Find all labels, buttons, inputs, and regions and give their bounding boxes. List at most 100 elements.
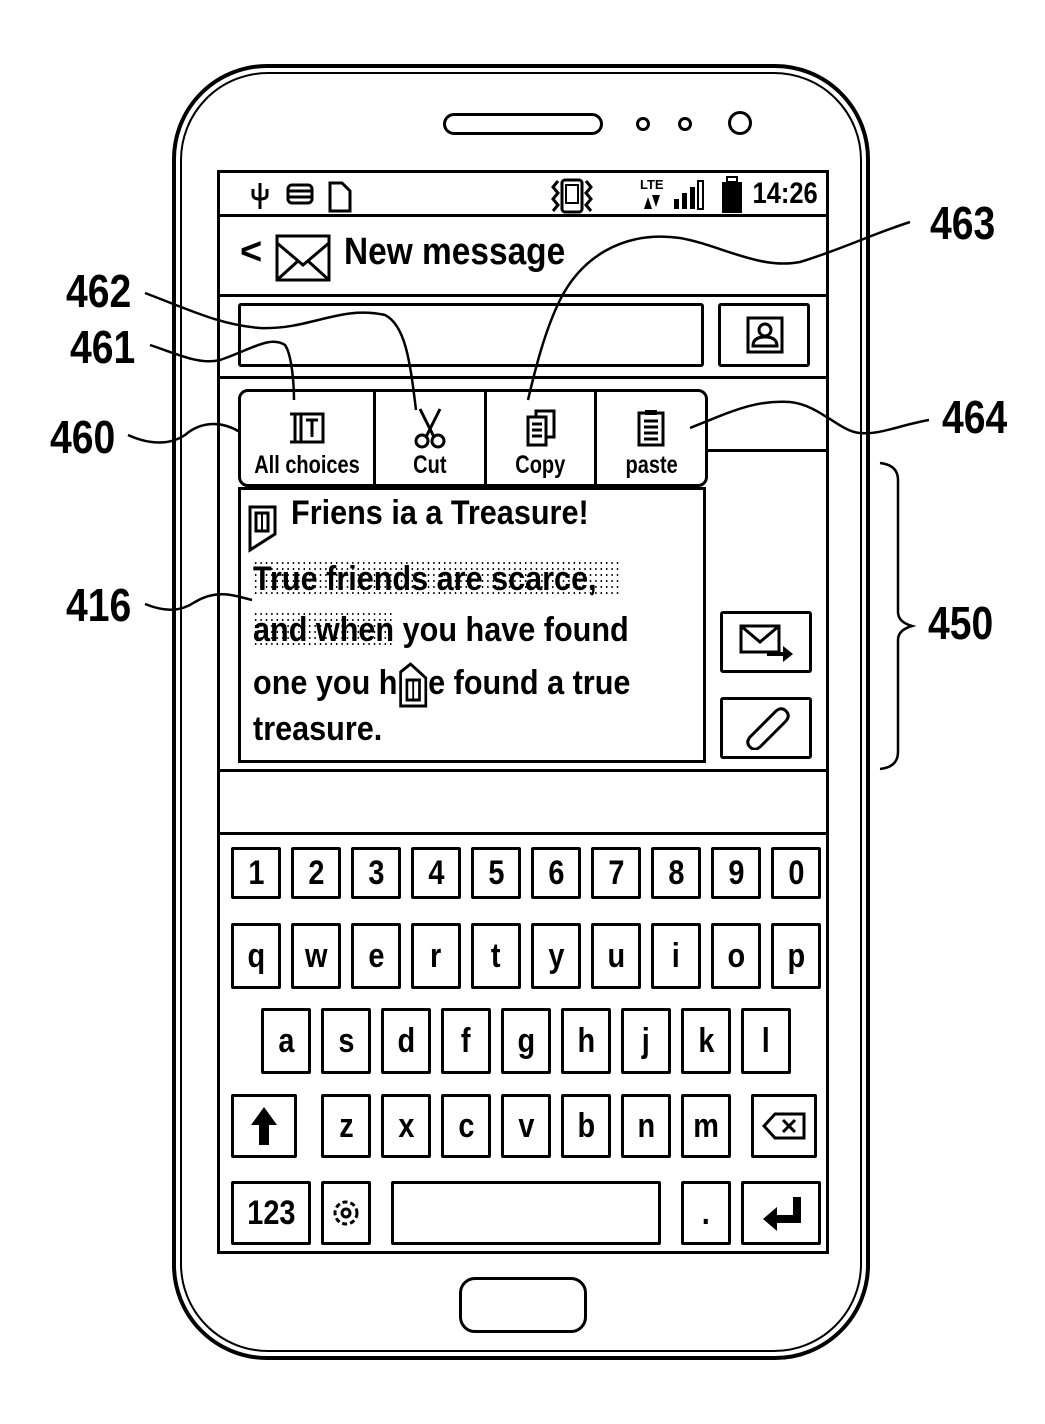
key-t[interactable]: t [471, 923, 521, 989]
key-o[interactable]: o [711, 923, 761, 989]
key-h[interactable]: h [561, 1008, 611, 1074]
key-z[interactable]: z [321, 1094, 371, 1158]
contact-icon [746, 316, 784, 354]
key-g[interactable]: g [501, 1008, 551, 1074]
key-label: b [577, 1106, 595, 1145]
divider [706, 449, 826, 452]
ref-numeral-416: 416 [66, 579, 132, 631]
key-label: . [701, 1193, 711, 1232]
recipient-input[interactable] [238, 303, 704, 367]
bracket-450 [879, 461, 917, 771]
page-title: New message [344, 231, 566, 273]
key-1[interactable]: 1 [231, 847, 281, 899]
ref-numeral-463: 463 [930, 197, 996, 249]
settings-key[interactable] [321, 1181, 371, 1245]
key-m[interactable]: m [681, 1094, 731, 1158]
key-label: 9 [727, 853, 745, 892]
key-j[interactable]: j [621, 1008, 671, 1074]
key-s[interactable]: s [321, 1008, 371, 1074]
enter-key[interactable] [741, 1181, 821, 1245]
key-label: 4 [427, 853, 445, 892]
key-label: x [397, 1106, 415, 1145]
key-label: m [693, 1106, 719, 1145]
status-bar: LTE 14:26 [220, 173, 826, 217]
key-f[interactable]: f [441, 1008, 491, 1074]
paste-button[interactable]: paste [597, 392, 705, 484]
battery-icon [722, 176, 742, 213]
copy-icon [526, 409, 555, 447]
cut-button[interactable]: Cut [376, 392, 487, 484]
message-title-line: Friens ia a Treasure! [291, 494, 589, 532]
select-all-button[interactable]: All choices [241, 392, 376, 484]
key-5[interactable]: 5 [471, 847, 521, 899]
key-label: h [577, 1021, 595, 1060]
earpiece-speaker [443, 113, 603, 135]
key-l[interactable]: l [741, 1008, 791, 1074]
key-label: v [517, 1106, 535, 1145]
key-label: 2 [307, 853, 325, 892]
key-x[interactable]: x [381, 1094, 431, 1158]
envelope-icon [275, 234, 331, 282]
key-label: q [247, 936, 265, 975]
key-label: 7 [607, 853, 625, 892]
key-v[interactable]: v [501, 1094, 551, 1158]
selected-text: True friends are scarce, [253, 560, 622, 598]
recipient-row [220, 297, 826, 379]
contact-picker-button[interactable] [718, 303, 810, 367]
mode-123-key[interactable]: 123 [231, 1181, 311, 1245]
front-camera [728, 111, 752, 135]
proximity-sensor [636, 117, 650, 131]
key-6[interactable]: 6 [531, 847, 581, 899]
key-8[interactable]: 8 [651, 847, 701, 899]
text-span: one you h [253, 664, 398, 702]
text-span: you have found [394, 611, 629, 649]
paperclip-icon [746, 707, 790, 750]
selection-start-handle-icon[interactable] [247, 504, 279, 554]
key-label: a [277, 1021, 295, 1060]
light-sensor [678, 117, 692, 131]
key-2[interactable]: 2 [291, 847, 341, 899]
key-e[interactable]: e [351, 923, 401, 989]
text-line-3: one you h e found a true [253, 662, 630, 708]
attach-button[interactable] [720, 697, 812, 759]
space-key[interactable] [391, 1181, 661, 1245]
key-n[interactable]: n [621, 1094, 671, 1158]
text-span: e found a true [428, 664, 631, 702]
key-p[interactable]: p [771, 923, 821, 989]
ref-numeral-462: 462 [66, 265, 132, 317]
key-y[interactable]: y [531, 923, 581, 989]
key-w[interactable]: w [291, 923, 341, 989]
key-b[interactable]: b [561, 1094, 611, 1158]
selected-text: and when [253, 611, 395, 649]
key-u[interactable]: u [591, 923, 641, 989]
key-k[interactable]: k [681, 1008, 731, 1074]
key-0[interactable]: 0 [771, 847, 821, 899]
key-label: 5 [487, 853, 505, 892]
key-label: t [491, 936, 501, 975]
key-a[interactable]: a [261, 1008, 311, 1074]
message-editor[interactable]: Friens ia a Treasure! True friends are s… [238, 487, 706, 763]
key-label: 0 [787, 853, 805, 892]
key-d[interactable]: d [381, 1008, 431, 1074]
key-i[interactable]: i [651, 923, 701, 989]
backspace-key[interactable] [751, 1094, 817, 1158]
storage-icon [286, 183, 314, 205]
key-label: p [787, 936, 805, 975]
period-key[interactable]: . [681, 1181, 731, 1245]
key-label: w [304, 936, 328, 975]
key-3[interactable]: 3 [351, 847, 401, 899]
home-button[interactable] [459, 1277, 587, 1333]
send-button[interactable] [720, 611, 812, 673]
key-q[interactable]: q [231, 923, 281, 989]
key-9[interactable]: 9 [711, 847, 761, 899]
key-4[interactable]: 4 [411, 847, 461, 899]
back-chevron-icon[interactable]: < [240, 231, 262, 274]
key-c[interactable]: c [441, 1094, 491, 1158]
key-7[interactable]: 7 [591, 847, 641, 899]
key-r[interactable]: r [411, 923, 461, 989]
text-line-2: and when you have found [253, 611, 629, 650]
selection-end-handle-icon[interactable] [398, 662, 429, 708]
copy-button[interactable]: Copy [487, 392, 598, 484]
shift-key[interactable] [231, 1094, 297, 1158]
ref-numeral-461: 461 [70, 321, 136, 373]
